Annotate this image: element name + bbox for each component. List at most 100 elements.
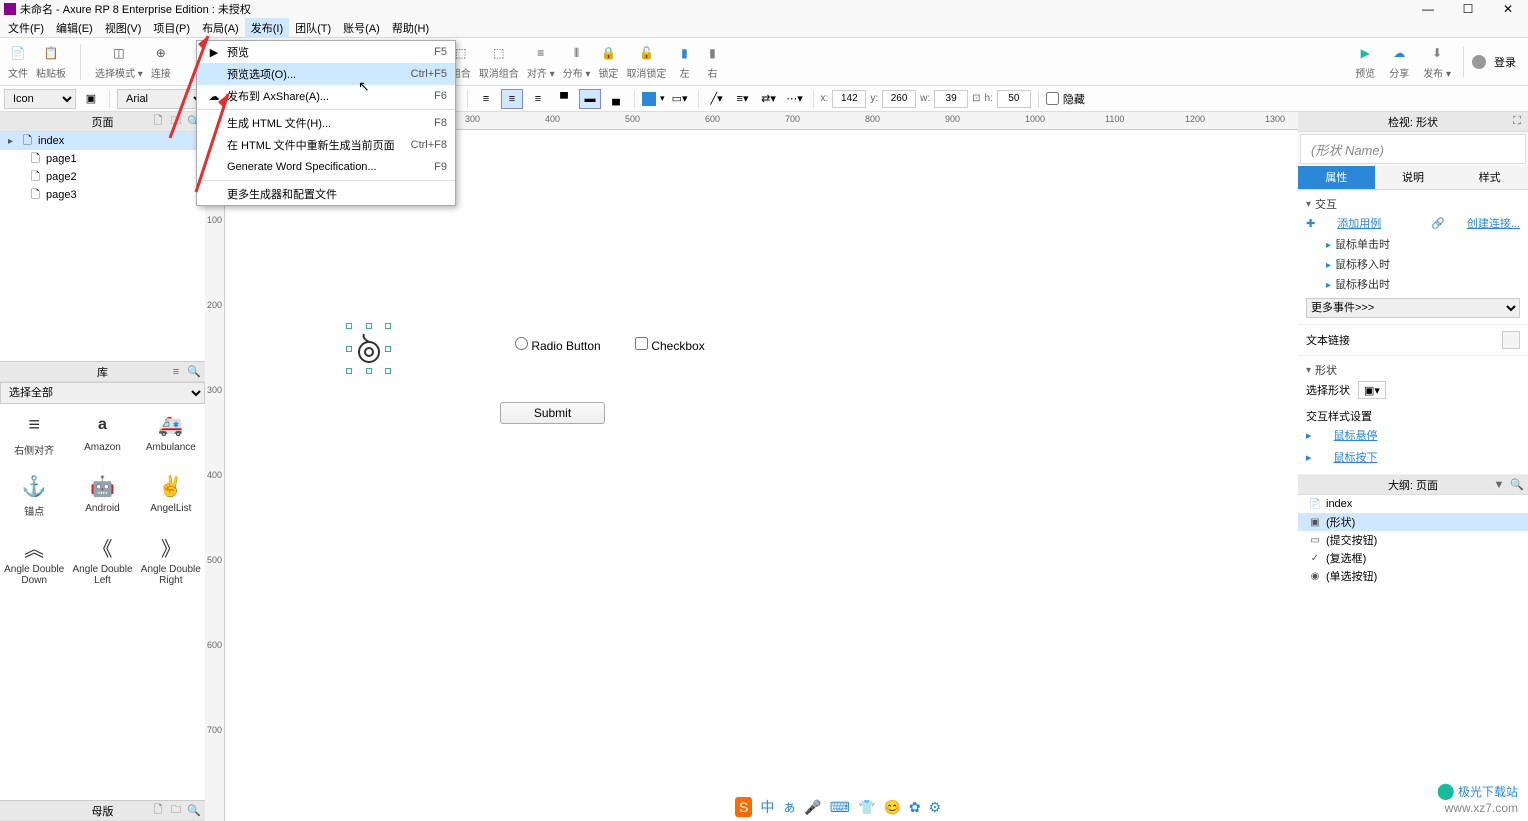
menu-item-6[interactable]: 团队(T) bbox=[289, 18, 337, 38]
page-row-page2[interactable]: 🗋page2 bbox=[0, 168, 205, 186]
library-item-右侧对齐[interactable]: ≡右侧对齐 bbox=[0, 404, 68, 465]
valign-top-button[interactable]: ▀ bbox=[553, 89, 575, 109]
toolbar-右[interactable]: ▮右 bbox=[698, 43, 726, 80]
page-row-index[interactable]: ▸🗋index bbox=[0, 132, 205, 150]
library-item-Android[interactable]: 🤖Android bbox=[68, 465, 136, 526]
menu-item-0[interactable]: 文件(F) bbox=[2, 18, 50, 38]
add-case-link[interactable]: 添加用例 bbox=[1337, 215, 1381, 231]
shape-preview-icon[interactable]: ▣ bbox=[80, 89, 102, 109]
maximize-button[interactable]: ☐ bbox=[1448, 0, 1488, 18]
mouse-hover-link[interactable]: 鼠标悬停 bbox=[1334, 427, 1378, 443]
search-library-icon[interactable]: 🔍 bbox=[187, 365, 201, 379]
outline-row[interactable]: ▣(形状) bbox=[1298, 513, 1528, 531]
menu-item-4[interactable]: 布局(A) bbox=[196, 18, 245, 38]
toolbar-文件[interactable]: 📄文件 bbox=[4, 43, 32, 80]
menu-item-2[interactable]: 视图(V) bbox=[99, 18, 148, 38]
event-item[interactable]: 鼠标移出时 bbox=[1306, 274, 1520, 294]
add-page-icon[interactable]: 🗋 bbox=[151, 115, 165, 129]
line-style-button[interactable]: ╱▾ bbox=[706, 89, 728, 109]
library-item-AngelList[interactable]: ✌AngelList bbox=[137, 465, 205, 526]
mouse-down-link[interactable]: 鼠标按下 bbox=[1334, 449, 1378, 465]
menu-item-8[interactable]: 帮助(H) bbox=[386, 18, 435, 38]
toolbar-对齐 ▾[interactable]: ≡对齐 ▾ bbox=[523, 43, 559, 80]
event-item[interactable]: 鼠标移入时 bbox=[1306, 254, 1520, 274]
x-input[interactable] bbox=[832, 90, 866, 108]
toolbar-分享[interactable]: ☁分享 bbox=[1385, 43, 1413, 80]
toolbar-粘贴板[interactable]: 📋粘贴板 bbox=[32, 43, 70, 80]
search-master-icon[interactable]: 🔍 bbox=[187, 804, 201, 818]
align-left-button[interactable]: ≡ bbox=[475, 89, 497, 109]
dropdown-item[interactable]: 生成 HTML 文件(H)...F8 bbox=[197, 112, 455, 134]
toolbar-取消锁定[interactable]: 🔓取消锁定 bbox=[622, 43, 670, 80]
align-center-button[interactable]: ≡ bbox=[501, 89, 523, 109]
toolbar-发布 ▾[interactable]: ⬇发布 ▾ bbox=[1419, 43, 1455, 80]
dropdown-item[interactable]: Generate Word Specification...F9 bbox=[197, 156, 455, 178]
toolbar-预览[interactable]: ▶预览 bbox=[1351, 43, 1379, 80]
menu-item-5[interactable]: 发布(I) bbox=[245, 18, 289, 38]
create-link-link[interactable]: 创建连接... bbox=[1467, 215, 1520, 231]
align-right-button[interactable]: ≡ bbox=[527, 89, 549, 109]
toolbar-锁定[interactable]: 🔒锁定 bbox=[594, 43, 622, 80]
event-item[interactable]: 鼠标单击时 bbox=[1306, 234, 1520, 254]
checkbox-widget[interactable]: Checkbox bbox=[635, 337, 705, 353]
library-select[interactable]: 选择全部 bbox=[0, 382, 205, 404]
widget-name-input[interactable]: (形状 Name) bbox=[1300, 134, 1526, 164]
menu-item-1[interactable]: 编辑(E) bbox=[50, 18, 99, 38]
add-master-icon[interactable]: 🗋 bbox=[151, 804, 165, 818]
submit-button-widget[interactable]: Submit bbox=[500, 402, 605, 424]
outline-row[interactable]: ▭(提交按钮) bbox=[1298, 531, 1528, 549]
minimize-button[interactable]: — bbox=[1408, 0, 1448, 18]
close-button[interactable]: ✕ bbox=[1488, 0, 1528, 18]
page-row-page1[interactable]: 🗋page1 bbox=[0, 150, 205, 168]
lock-aspect-icon[interactable]: ⊡ bbox=[972, 93, 980, 104]
inspector-tab-2[interactable]: 样式 bbox=[1451, 166, 1528, 189]
line-color-button[interactable]: ▭▾ bbox=[669, 89, 691, 109]
inspector-expand-icon[interactable]: ⛶ bbox=[1510, 115, 1524, 129]
page-row-page3[interactable]: 🗋page3 bbox=[0, 186, 205, 204]
add-folder-icon[interactable]: 🗀 bbox=[169, 115, 183, 129]
arrow-style-button[interactable]: ⇄▾ bbox=[758, 89, 780, 109]
canvas[interactable]: Radio Button Checkbox Submit bbox=[225, 130, 1298, 821]
hidden-checkbox[interactable] bbox=[1046, 92, 1059, 105]
outline-filter-icon[interactable]: ▼ bbox=[1492, 478, 1506, 492]
radio-button-widget[interactable]: Radio Button bbox=[515, 337, 601, 353]
line-pattern-button[interactable]: ⋯▾ bbox=[784, 89, 806, 109]
y-input[interactable] bbox=[882, 90, 916, 108]
dropdown-item[interactable]: 在 HTML 文件中重新生成当前页面Ctrl+F8 bbox=[197, 134, 455, 156]
outline-row[interactable]: ✓(复选框) bbox=[1298, 549, 1528, 567]
h-input[interactable] bbox=[997, 90, 1031, 108]
dropdown-item[interactable]: 更多生成器和配置文件 bbox=[197, 183, 455, 205]
library-menu-icon[interactable]: ≡ bbox=[169, 365, 183, 379]
outline-row[interactable]: ◉(单选按钮) bbox=[1298, 567, 1528, 585]
menu-item-3[interactable]: 项目(P) bbox=[147, 18, 196, 38]
library-item-Ambulance[interactable]: 🚑Ambulance bbox=[137, 404, 205, 465]
dropdown-item[interactable]: ▶预览F5 bbox=[197, 41, 455, 63]
outline-row[interactable]: 📄index bbox=[1298, 495, 1528, 513]
toolbar-分布 ▾[interactable]: ⫴分布 ▾ bbox=[559, 43, 595, 80]
w-input[interactable] bbox=[934, 90, 968, 108]
login-link[interactable]: 登录 bbox=[1494, 54, 1516, 70]
outline-search-icon[interactable]: 🔍 bbox=[1510, 478, 1524, 492]
library-item-Angle Double Right[interactable]: 》Angle Double Right bbox=[137, 526, 205, 594]
interactions-section-title[interactable]: 交互 bbox=[1306, 196, 1520, 212]
add-master-folder-icon[interactable]: 🗀 bbox=[169, 804, 183, 818]
fill-color-button[interactable] bbox=[642, 92, 656, 106]
shape-section-title[interactable]: 形状 bbox=[1306, 362, 1520, 378]
inspector-tab-1[interactable]: 说明 bbox=[1375, 166, 1452, 189]
library-item-锚点[interactable]: ⚓锚点 bbox=[0, 465, 68, 526]
dropdown-item[interactable]: 预览选项(O)...Ctrl+F5 bbox=[197, 63, 455, 85]
more-events-select[interactable]: 更多事件>>> bbox=[1306, 298, 1520, 318]
selected-shape[interactable] bbox=[349, 326, 388, 371]
font-select[interactable]: Arial bbox=[117, 89, 207, 109]
menu-item-7[interactable]: 账号(A) bbox=[337, 18, 386, 38]
inspector-tab-0[interactable]: 属性 bbox=[1298, 166, 1375, 189]
valign-middle-button[interactable]: ▬ bbox=[579, 89, 601, 109]
library-item-Angle Double Down[interactable]: ︽Angle Double Down bbox=[0, 526, 68, 594]
dropdown-item[interactable]: ☁发布到 AxShare(A)...F6 bbox=[197, 85, 455, 107]
line-width-button[interactable]: ≡▾ bbox=[732, 89, 754, 109]
shape-picker-button[interactable]: ▣▾ bbox=[1358, 381, 1386, 399]
toolbar-连接[interactable]: ⊕连接 bbox=[147, 43, 175, 80]
valign-bottom-button[interactable]: ▄ bbox=[605, 89, 627, 109]
shape-type-select[interactable]: Icon bbox=[4, 89, 76, 109]
library-item-Amazon[interactable]: aAmazon bbox=[68, 404, 136, 465]
